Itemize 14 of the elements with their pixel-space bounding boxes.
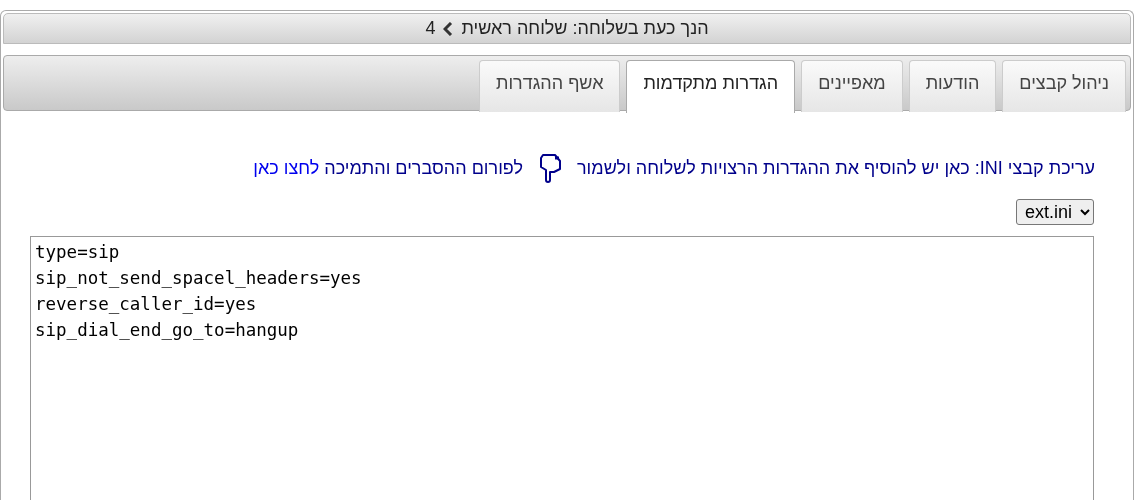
ini-editor-field[interactable]: type=sip sip_not_send_spacel_headers=yes reverse_caller_id=yes sip_dial_end_go_to=hangup xyxy=(30,236,1094,500)
pointing-hand-icon xyxy=(537,153,563,183)
location-label: הנך כעת בשלוחה: שלוחה ראשית xyxy=(461,17,709,40)
extension-number: 4 xyxy=(425,17,436,40)
tab[interactable]: הגדרות מתקדמות xyxy=(626,60,796,113)
forum-text: לפורום ההסברים והתמיכה לחצו כאן xyxy=(253,156,523,180)
file-select[interactable]: ext.ini xyxy=(1016,199,1094,225)
instructions-text: עריכת קבצי INI: כאן יש להוסיף את ההגדרות הרצויות לשלוחה ולשמור xyxy=(577,156,1095,180)
chevron-icon xyxy=(443,21,454,36)
tab[interactable]: הודעות xyxy=(908,60,997,112)
tab[interactable]: אשף ההגדרות xyxy=(479,60,621,112)
tab[interactable]: ניהול קבצים xyxy=(1002,60,1126,112)
tab[interactable]: מאפיינים xyxy=(801,60,903,112)
forum-link[interactable]: לחצו כאן xyxy=(253,157,320,178)
